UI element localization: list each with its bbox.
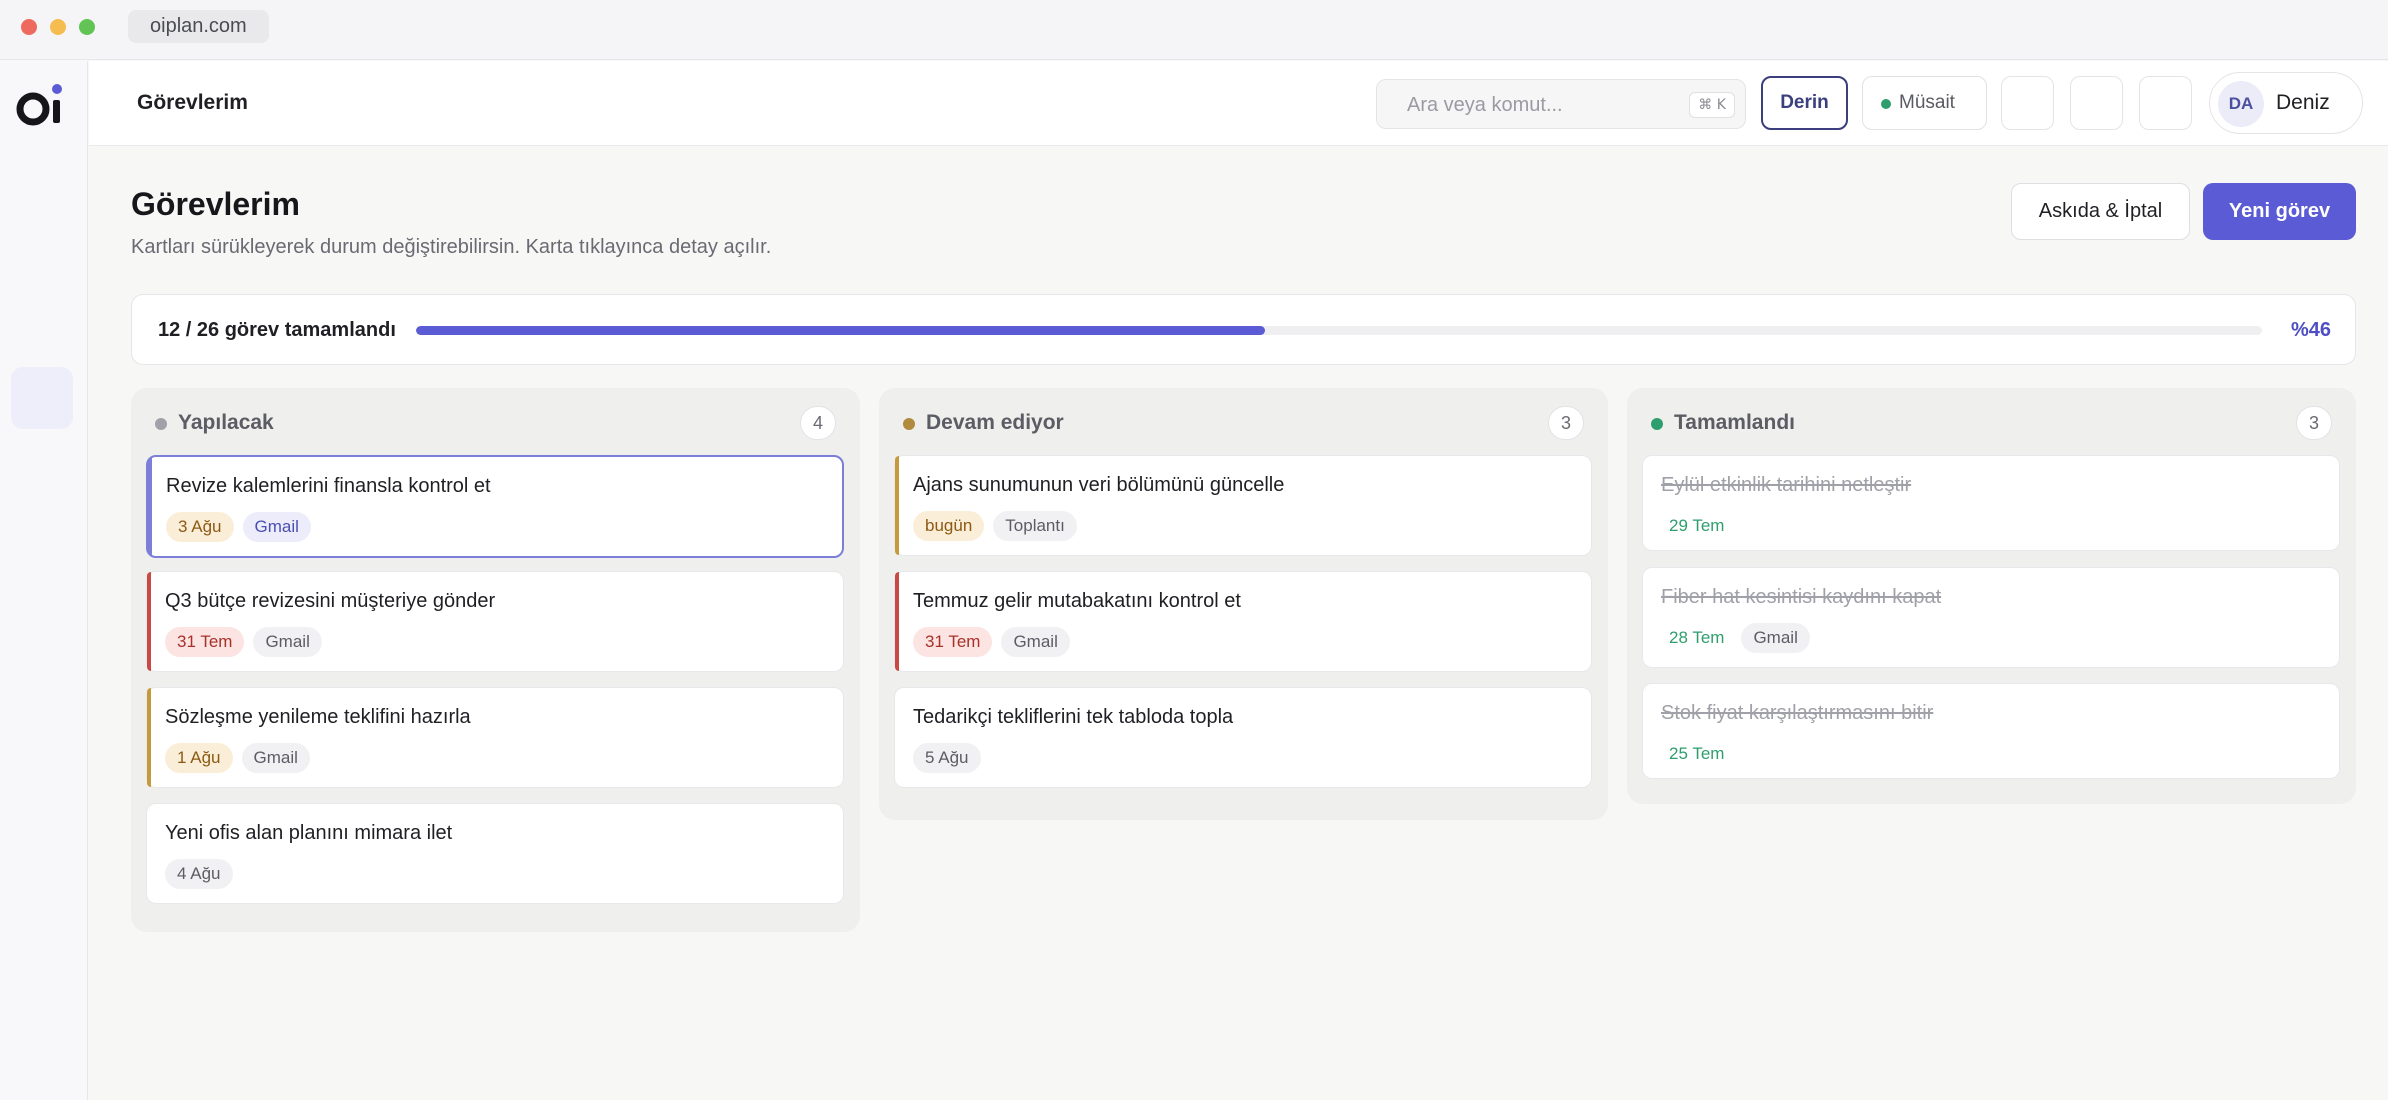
- search-placeholder: Ara veya komut...: [1407, 94, 1563, 116]
- column-count-badge: 3: [1548, 406, 1584, 440]
- address-bar[interactable]: oiplan.com: [128, 10, 269, 43]
- source-tag: Gmail: [242, 512, 311, 542]
- source-tag: Gmail: [253, 627, 322, 657]
- task-title: Q3 bütçe revizesini müşteriye gönder: [165, 590, 496, 612]
- column-done: Tamamlandı 3 Eylül etkinlik tarihini net…: [1627, 388, 2356, 804]
- task-card[interactable]: Tedarikçi tekliflerini tek tabloda topla…: [894, 687, 1592, 788]
- status-label: Müsait: [1899, 92, 1955, 113]
- due-date-tag: 25 Tem: [1669, 744, 1725, 763]
- progress-card: 12 / 26 görev tamamlandı %46: [131, 294, 2356, 365]
- task-card[interactable]: Temmuz gelir mutabakatını kontrol et 31 …: [894, 571, 1592, 672]
- column-status-dot-icon: [1651, 418, 1663, 430]
- due-date-tag: 31 Tem: [165, 627, 245, 657]
- sidebar-item-tasks[interactable]: [11, 367, 73, 429]
- status-dot-icon: [1881, 99, 1891, 109]
- search-shortcut-hint: ⌘ K: [1689, 92, 1735, 118]
- task-card[interactable]: Sözleşme yenileme teklifini hazırla 1 Ağ…: [146, 687, 844, 788]
- column-title: Tamamlandı: [1674, 411, 1795, 434]
- deep-mode-button[interactable]: Derin: [1761, 76, 1848, 130]
- header-icon-button-3[interactable]: [2139, 76, 2192, 130]
- task-title: Ajans sunumunun veri bölümünü güncelle: [913, 474, 1285, 496]
- column-count-badge: 4: [800, 406, 836, 440]
- card-accent-bar: [147, 572, 151, 671]
- column-in-progress: Devam ediyor 3 Ajans sunumunun veri bölü…: [879, 388, 1608, 820]
- due-date-tag: 3 Ağu: [166, 512, 234, 542]
- source-tag: Gmail: [241, 743, 310, 773]
- column-title: Devam ediyor: [926, 411, 1064, 434]
- progress-bar: [416, 326, 2262, 335]
- close-window-button[interactable]: [21, 19, 37, 35]
- new-task-button[interactable]: Yeni görev: [2203, 183, 2356, 240]
- availability-status-button[interactable]: Müsait: [1862, 76, 1987, 130]
- header-icon-button-2[interactable]: [2070, 76, 2123, 130]
- task-card[interactable]: Ajans sunumunun veri bölümünü güncelle b…: [894, 455, 1592, 556]
- maximize-window-button[interactable]: [79, 19, 95, 35]
- progress-bar-fill: [416, 326, 1266, 335]
- task-card[interactable]: Stok fiyat karşılaştırmasını bitir 25 Te…: [1642, 683, 2340, 779]
- card-accent-bar: [895, 456, 899, 555]
- browser-chrome: oiplan.com: [0, 0, 2388, 60]
- task-title: Eylül etkinlik tarihini netleştir: [1661, 474, 1912, 496]
- task-title: Yeni ofis alan planını mimara ilet: [165, 822, 453, 844]
- task-card[interactable]: Fiber hat kesintisi kaydını kapat 28 Tem…: [1642, 567, 2340, 668]
- user-menu-button[interactable]: DA Deniz: [2209, 72, 2363, 134]
- due-date-tag: 1 Ağu: [165, 743, 233, 773]
- source-tag: Toplantı: [993, 511, 1077, 541]
- due-date-tag: 29 Tem: [1669, 516, 1725, 535]
- due-date-tag: 5 Ağu: [913, 743, 981, 773]
- sidebar-rail: [0, 61, 88, 1100]
- minimize-window-button[interactable]: [50, 19, 66, 35]
- due-date-tag: bugün: [913, 511, 985, 541]
- header-title: Görevlerim: [137, 91, 248, 114]
- task-title: Fiber hat kesintisi kaydını kapat: [1661, 586, 1942, 608]
- task-title: Tedarikçi tekliflerini tek tabloda topla: [913, 706, 1234, 728]
- user-name: Deniz: [2276, 91, 2330, 114]
- column-status-dot-icon: [155, 418, 167, 430]
- column-todo: Yapılacak 4 Revize kalemlerini finansla …: [131, 388, 860, 932]
- page-subtitle: Kartları sürükleyerek durum değiştirebil…: [131, 236, 772, 258]
- progress-text: 12 / 26 görev tamamlandı: [158, 319, 396, 341]
- oiplan-logo-icon[interactable]: [16, 79, 70, 133]
- on-hold-cancelled-button[interactable]: Askıda & İptal: [2011, 183, 2190, 240]
- due-date-tag: 4 Ağu: [165, 859, 233, 889]
- task-card[interactable]: Eylül etkinlik tarihini netleştir 29 Tem: [1642, 455, 2340, 551]
- progress-percent: %46: [2290, 319, 2331, 341]
- search-input[interactable]: Ara veya komut... ⌘ K: [1376, 79, 1746, 129]
- task-title: Stok fiyat karşılaştırmasını bitir: [1661, 702, 1934, 724]
- column-count-badge: 3: [2296, 406, 2332, 440]
- column-status-dot-icon: [903, 418, 915, 430]
- page-title: Görevlerim: [131, 186, 300, 222]
- due-date-tag: 31 Tem: [913, 627, 993, 657]
- task-title: Sözleşme yenileme teklifini hazırla: [165, 706, 471, 728]
- due-date-tag: 28 Tem: [1669, 628, 1725, 647]
- top-header: Görevlerim Ara veya komut... ⌘ K Derin M…: [89, 61, 2388, 146]
- task-card[interactable]: Q3 bütçe revizesini müşteriye gönder 31 …: [146, 571, 844, 672]
- avatar: DA: [2218, 81, 2264, 127]
- task-title: Temmuz gelir mutabakatını kontrol et: [913, 590, 1241, 612]
- task-title: Revize kalemlerini finansla kontrol et: [166, 475, 491, 497]
- header-icon-button-1[interactable]: [2001, 76, 2054, 130]
- source-tag: Gmail: [1001, 627, 1070, 657]
- column-title: Yapılacak: [178, 411, 274, 434]
- card-accent-bar: [147, 688, 151, 787]
- card-accent-bar: [148, 457, 152, 556]
- task-card[interactable]: Revize kalemlerini finansla kontrol et 3…: [146, 455, 844, 558]
- card-accent-bar: [895, 572, 899, 671]
- source-tag: Gmail: [1741, 623, 1810, 653]
- task-card[interactable]: Yeni ofis alan planını mimara ilet 4 Ağu: [146, 803, 844, 904]
